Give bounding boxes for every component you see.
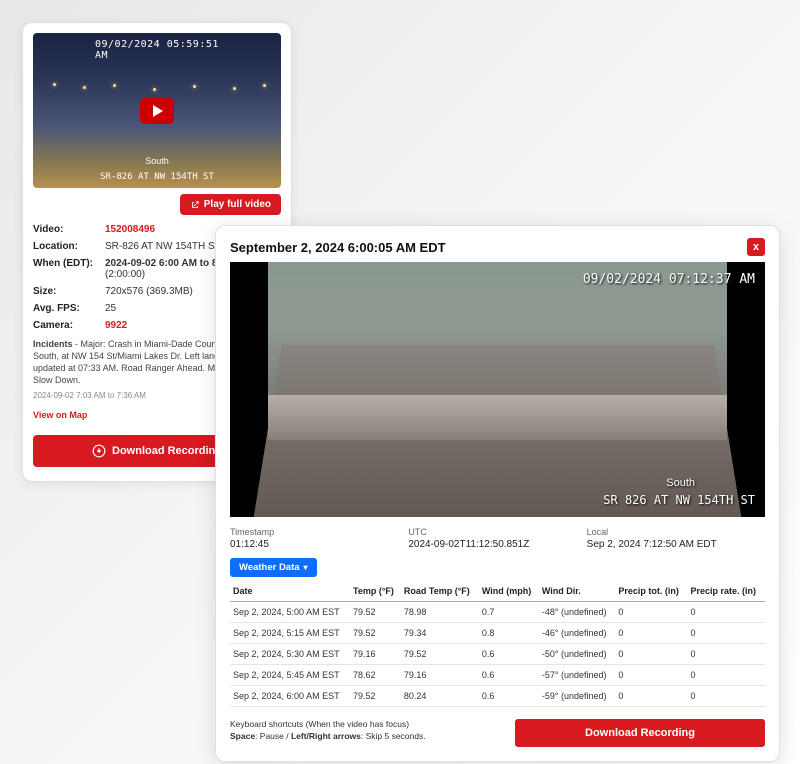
thumbnail-direction: South (145, 156, 169, 166)
table-cell: 78.98 (401, 602, 479, 623)
table-cell: 79.52 (350, 602, 401, 623)
external-link-icon (190, 200, 200, 210)
table-cell: -59° (undefined) (539, 686, 616, 707)
timestamp-label: Timestamp (230, 527, 408, 537)
table-cell: 79.52 (350, 623, 401, 644)
table-cell: 0.7 (479, 602, 539, 623)
table-cell: 0.8 (479, 623, 539, 644)
table-cell: 0 (615, 602, 687, 623)
video-timestamp-overlay: 09/02/2024 07:12:37 AM (583, 272, 755, 287)
timestamp-value: 01:12:45 (230, 539, 408, 550)
table-header: Precip tot. (in) (615, 581, 687, 602)
table-cell: 0 (687, 602, 765, 623)
table-cell: 0 (687, 644, 765, 665)
table-cell: -50° (undefined) (539, 644, 616, 665)
play-icon[interactable] (140, 98, 174, 124)
thumbnail-timestamp: 09/02/2024 05:59:51 AM (95, 39, 219, 61)
table-cell: 79.34 (401, 623, 479, 644)
table-cell: Sep 2, 2024, 5:00 AM EST (230, 602, 350, 623)
video-thumbnail[interactable]: 09/02/2024 05:59:51 AM South SR-826 AT N… (33, 33, 281, 188)
meta-label-location: Location: (33, 241, 105, 252)
meta-label-fps: Avg. FPS: (33, 303, 105, 314)
meta-label-size: Size: (33, 286, 105, 297)
video-location-overlay: SR 826 AT NW 154TH ST (603, 493, 755, 507)
table-cell: 0 (615, 686, 687, 707)
view-on-map-link[interactable]: View on Map (33, 410, 87, 420)
table-cell: 0 (687, 623, 765, 644)
table-header: Date (230, 581, 350, 602)
table-header: Road Temp (°F) (401, 581, 479, 602)
table-header: Wind Dir. (539, 581, 616, 602)
video-player-modal: September 2, 2024 6:00:05 AM EDT x 09/02… (215, 225, 780, 762)
time-info-row: Timestamp 01:12:45 UTC 2024-09-02T11:12:… (230, 527, 765, 550)
table-cell: Sep 2, 2024, 6:00 AM EST (230, 686, 350, 707)
table-cell: 79.52 (401, 644, 479, 665)
utc-label: UTC (408, 527, 586, 537)
table-cell: 80.24 (401, 686, 479, 707)
keyboard-shortcuts-hint: Keyboard shortcuts (When the video has f… (230, 719, 503, 743)
table-cell: 0 (615, 623, 687, 644)
modal-title: September 2, 2024 6:00:05 AM EDT (230, 240, 446, 255)
table-row: Sep 2, 2024, 5:00 AM EST79.5278.980.7-48… (230, 602, 765, 623)
video-direction-overlay: South (666, 477, 695, 489)
table-cell: -57° (undefined) (539, 665, 616, 686)
table-cell: 0 (687, 665, 765, 686)
table-row: Sep 2, 2024, 6:00 AM EST79.5280.240.6-59… (230, 686, 765, 707)
table-cell: -46° (undefined) (539, 623, 616, 644)
local-label: Local (587, 527, 765, 537)
video-player[interactable]: 09/02/2024 07:12:37 AM South SR 826 AT N… (230, 262, 765, 517)
table-row: Sep 2, 2024, 5:15 AM EST79.5279.340.8-46… (230, 623, 765, 644)
table-cell: 79.52 (350, 686, 401, 707)
weather-data-table: DateTemp (°F)Road Temp (°F)Wind (mph)Win… (230, 581, 765, 707)
table-cell: Sep 2, 2024, 5:15 AM EST (230, 623, 350, 644)
table-cell: 0.6 (479, 686, 539, 707)
play-full-label: Play full video (204, 199, 271, 210)
table-cell: 79.16 (401, 665, 479, 686)
table-cell: 0 (615, 665, 687, 686)
video-scene (268, 262, 727, 517)
close-button[interactable]: x (747, 238, 765, 256)
table-cell: -48° (undefined) (539, 602, 616, 623)
table-row: Sep 2, 2024, 5:45 AM EST78.6279.160.6-57… (230, 665, 765, 686)
local-value: Sep 2, 2024 7:12:50 AM EDT (587, 539, 765, 550)
table-cell: 79.16 (350, 644, 401, 665)
table-cell: Sep 2, 2024, 5:45 AM EST (230, 665, 350, 686)
download-icon (92, 444, 106, 458)
table-cell: 0.6 (479, 665, 539, 686)
meta-label-camera: Camera: (33, 320, 105, 331)
table-cell: 78.62 (350, 665, 401, 686)
table-cell: 0.6 (479, 644, 539, 665)
table-header: Precip rate. (in) (687, 581, 765, 602)
download-label: Download Recording (112, 445, 222, 457)
table-cell: 0 (687, 686, 765, 707)
play-full-video-button[interactable]: Play full video (180, 194, 281, 215)
thumbnail-location: SR-826 AT NW 154TH ST (100, 172, 214, 182)
table-row: Sep 2, 2024, 5:30 AM EST79.1679.520.6-50… (230, 644, 765, 665)
modal-download-recording-button[interactable]: Download Recording (515, 719, 765, 747)
meta-label-when: When (EDT): (33, 258, 105, 269)
table-header: Wind (mph) (479, 581, 539, 602)
weather-data-dropdown[interactable]: Weather Data (230, 558, 317, 577)
table-cell: Sep 2, 2024, 5:30 AM EST (230, 644, 350, 665)
table-header: Temp (°F) (350, 581, 401, 602)
table-cell: 0 (615, 644, 687, 665)
utc-value: 2024-09-02T11:12:50.851Z (408, 539, 586, 550)
meta-label-video: Video: (33, 224, 105, 235)
